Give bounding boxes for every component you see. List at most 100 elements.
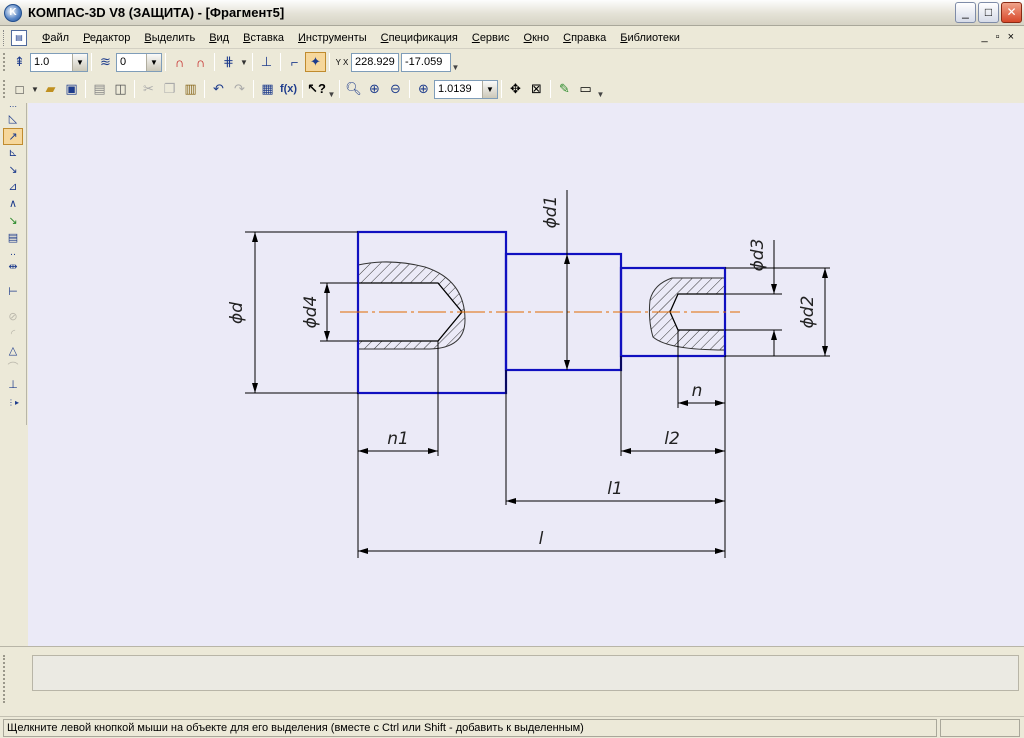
zoom-in-icon[interactable]: ⊕ bbox=[364, 79, 385, 99]
menu-help[interactable]: Справка bbox=[556, 32, 613, 44]
linear-dimension-icon[interactable]: ⇹ bbox=[3, 259, 23, 276]
minimize-button[interactable]: _ bbox=[955, 2, 976, 23]
parametrization-icon[interactable]: ⊾ bbox=[3, 145, 23, 162]
dim-label-l: l bbox=[539, 529, 544, 549]
property-panel[interactable] bbox=[32, 655, 1019, 691]
refresh-icon[interactable]: ✎ bbox=[554, 79, 575, 99]
local-cs-icon[interactable]: ⊥ bbox=[256, 52, 277, 72]
separator bbox=[501, 80, 502, 98]
zoom-out-icon[interactable]: ⊖ bbox=[385, 79, 406, 99]
spec-icon[interactable]: ▤ bbox=[3, 230, 23, 247]
display-settings-icon[interactable]: ▭ bbox=[575, 79, 596, 99]
cursor-y-field[interactable]: -17.059 bbox=[401, 52, 451, 72]
panel-grip[interactable] bbox=[3, 655, 25, 703]
kompas-logo-icon[interactable]: K bbox=[4, 3, 22, 22]
diameter-icon[interactable]: ⊘ bbox=[3, 309, 23, 326]
arc-dimension-icon[interactable]: ⌒ bbox=[3, 360, 23, 377]
select-icon[interactable]: ↘ bbox=[3, 213, 23, 230]
cursor-x-field[interactable]: 228.929 bbox=[351, 52, 399, 72]
toolbar-grip[interactable] bbox=[3, 80, 6, 98]
toolbar-options-icon[interactable]: ▼ bbox=[451, 52, 460, 72]
menu-specification[interactable]: Спецификация bbox=[374, 32, 465, 44]
chevron-down-icon[interactable]: ▼ bbox=[146, 53, 161, 71]
dim-label-l2: l2 bbox=[664, 429, 680, 449]
step-combo[interactable]: 1.0 ▼ bbox=[30, 52, 88, 72]
status-bar: Щелкните левой кнопкой мыши на объекте д… bbox=[0, 716, 1024, 738]
show-all-icon[interactable]: ⊠ bbox=[526, 79, 547, 99]
menu-view[interactable]: Вид bbox=[202, 32, 236, 44]
cut-icon[interactable]: ✂ bbox=[138, 79, 159, 99]
angle-dimension-icon[interactable]: △ bbox=[3, 343, 23, 360]
dim-label-d3: ϕd3 bbox=[748, 239, 768, 272]
break-dimension-icon[interactable]: ⊥ bbox=[3, 377, 23, 394]
mdi-minimize-button[interactable]: _ bbox=[982, 31, 988, 43]
cursor-step-icon[interactable]: ⇞ bbox=[9, 52, 30, 72]
mdi-close-button[interactable]: × bbox=[1008, 31, 1014, 43]
save-icon[interactable]: ▣ bbox=[61, 79, 82, 99]
copy-icon[interactable]: ❐ bbox=[159, 79, 180, 99]
separator bbox=[409, 80, 410, 98]
toolbar-options-icon[interactable]: ▼ bbox=[596, 79, 605, 99]
edit-icon[interactable]: ↗ bbox=[3, 128, 23, 145]
chevron-down-icon[interactable]: ▼ bbox=[30, 79, 40, 99]
redo-icon[interactable]: ↷ bbox=[229, 79, 250, 99]
zoom-combo[interactable]: 1.0139 ▼ bbox=[434, 79, 498, 99]
dimension-line-icon[interactable]: ⊢ bbox=[3, 284, 23, 301]
chevron-down-icon[interactable]: ▼ bbox=[72, 53, 87, 71]
menu-service[interactable]: Сервис bbox=[465, 32, 517, 44]
geometry-icon[interactable]: ◺ bbox=[3, 111, 23, 128]
toolbar-grip[interactable] bbox=[3, 53, 6, 71]
maximize-button[interactable]: □ bbox=[978, 2, 999, 23]
menu-insert[interactable]: Вставка bbox=[236, 32, 291, 44]
measure-icon[interactable]: ∧ bbox=[3, 196, 23, 213]
drawing-svg[interactable]: ϕd ϕd4 ϕd1 ϕd3 ϕd2 n1 l2 l1 l n bbox=[28, 103, 1024, 646]
menu-window[interactable]: Окно bbox=[517, 32, 557, 44]
separator bbox=[253, 80, 254, 98]
chevron-down-icon[interactable]: ▼ bbox=[482, 80, 497, 98]
chevron-right-icon[interactable]: ⋮▸ bbox=[3, 394, 23, 411]
dimensions-icon[interactable]: ↘ bbox=[3, 162, 23, 179]
print-preview-icon[interactable]: ◫ bbox=[110, 79, 131, 99]
menu-select[interactable]: Выделить bbox=[137, 32, 202, 44]
ortho-icon[interactable]: ⌐ bbox=[284, 52, 305, 72]
paste-icon[interactable]: ▥ bbox=[180, 79, 201, 99]
properties-icon[interactable]: ▦ bbox=[257, 79, 278, 99]
menu-libraries[interactable]: Библиотеки bbox=[613, 32, 687, 44]
undo-icon[interactable]: ↶ bbox=[208, 79, 229, 99]
toolbar-grip[interactable]: ⋯ bbox=[3, 103, 23, 111]
local-snap-icon[interactable]: ∩ bbox=[190, 52, 211, 72]
open-folder-icon[interactable]: ▰ bbox=[40, 79, 61, 99]
document-icon[interactable]: ▤ bbox=[11, 29, 27, 46]
menu-file[interactable]: Файл bbox=[35, 32, 76, 44]
toolbar-options-icon[interactable]: ▼ bbox=[327, 79, 336, 99]
menu-edit[interactable]: Редактор bbox=[76, 32, 137, 44]
menu-grip[interactable] bbox=[3, 29, 6, 46]
context-help-icon[interactable]: ↖? bbox=[306, 79, 327, 99]
radius-icon[interactable]: ◜ bbox=[3, 326, 23, 343]
compact-toolbar: ⋯ ◺ ↗ ⊾ ↘ ⊿ ∧ ↘ ▤ ‥ ⇹ ⊢ ⊘ ◜ △ ⌒ ⊥ ⋮▸ bbox=[0, 103, 27, 425]
pan-icon[interactable]: ✥ bbox=[505, 79, 526, 99]
snap-magnet-icon[interactable]: ∩ bbox=[169, 52, 190, 72]
zoom-value: 1.0139 bbox=[438, 83, 472, 95]
dim-label-d1: ϕd1 bbox=[541, 196, 561, 229]
menu-tools[interactable]: Инструменты bbox=[291, 32, 374, 44]
status-cell bbox=[940, 719, 1020, 737]
close-button[interactable]: ✕ bbox=[1001, 2, 1022, 23]
dim-label-n1: n1 bbox=[387, 429, 409, 449]
mdi-restore-button[interactable]: ▫ bbox=[996, 31, 1000, 43]
drawing-canvas[interactable]: ϕd ϕd4 ϕd1 ϕd3 ϕd2 n1 l2 l1 l n bbox=[28, 103, 1024, 646]
layer-combo[interactable]: 0 ▼ bbox=[116, 52, 162, 72]
dim-label-n: n bbox=[692, 381, 703, 401]
dimension-lines bbox=[252, 232, 828, 554]
parametric-mode-icon[interactable]: ✦ bbox=[305, 52, 326, 72]
variables-icon[interactable]: f(x) bbox=[278, 79, 299, 99]
step-value: 1.0 bbox=[34, 56, 50, 68]
print-icon[interactable]: ▤ bbox=[89, 79, 110, 99]
layers-icon[interactable]: ≋ bbox=[95, 52, 116, 72]
new-document-icon[interactable]: □ bbox=[9, 79, 30, 99]
zoom-scale-icon[interactable]: ⊕ bbox=[413, 79, 434, 99]
grid-icon[interactable]: ⋕ bbox=[218, 52, 239, 72]
notation-icon[interactable]: ⊿ bbox=[3, 179, 23, 196]
chevron-down-icon[interactable]: ▼ bbox=[239, 52, 249, 72]
zoom-window-icon[interactable]: 🔍︎ bbox=[343, 79, 364, 99]
